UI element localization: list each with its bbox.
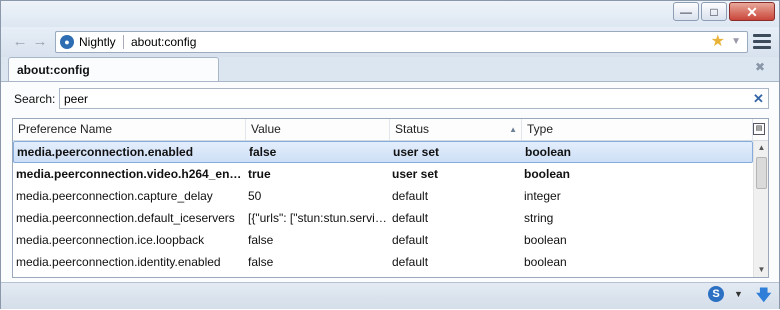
tab-about-config[interactable]: about:config (8, 57, 219, 82)
table-row[interactable]: media.peerconnection.identity.enabled fal… (13, 251, 753, 273)
forward-arrow-icon: → (32, 33, 48, 50)
table-header: Preference Name Value Status ▲ Type ▤ (13, 119, 768, 141)
site-identity-button[interactable]: ● Nightly (60, 34, 116, 50)
addon-dropdown-icon[interactable]: ▼ (734, 289, 743, 299)
pref-type-cell: integer (524, 189, 561, 203)
preferences-table: Preference Name Value Status ▲ Type ▤ me… (12, 118, 769, 278)
column-picker-icon[interactable]: ▤ (753, 123, 765, 135)
url-dropdown-icon[interactable]: ▼ (731, 35, 741, 49)
pref-status-cell: default (392, 233, 429, 247)
pref-type-cell: boolean (524, 167, 571, 181)
minimize-icon: — (680, 5, 692, 19)
pref-value-cell: 50 (248, 189, 262, 203)
pref-name-cell: media.peerconnection.enabled (17, 145, 194, 159)
column-header-value[interactable]: Value (246, 119, 390, 140)
pref-value-cell: false (248, 255, 274, 269)
sort-ascending-icon: ▲ (509, 125, 517, 134)
forward-button[interactable]: → (31, 33, 49, 51)
pref-type-cell: boolean (524, 233, 567, 247)
url-text[interactable]: about:config (131, 35, 196, 49)
pref-status-cell: default (392, 255, 429, 269)
pref-type-cell: string (524, 211, 554, 225)
back-arrow-icon: ← (12, 33, 28, 50)
url-bar[interactable]: ● Nightly about:config ★ ▼ (55, 31, 748, 53)
table-row[interactable]: media.peerconnection.video.h264_enabled t… (13, 163, 753, 185)
pref-status-cell: user set (392, 167, 439, 181)
close-tab-icon[interactable]: ✖ (755, 60, 765, 74)
pref-status-cell: user set (393, 145, 440, 159)
tab-strip: about:config ✖ (1, 57, 779, 82)
download-arrow-icon[interactable]: 🡇 (756, 285, 771, 310)
scrollbar-thumb[interactable] (756, 157, 767, 189)
about-config-page: Search: ✕ Preference Name Value Status ▲… (1, 81, 779, 282)
column-header-status-label: Status (395, 122, 430, 136)
pref-name-cell: media.peerconnection.default_iceservers (16, 211, 235, 225)
column-header-type[interactable]: Type (522, 119, 753, 140)
pref-status-cell: default (392, 211, 429, 225)
pref-value-cell: true (248, 167, 271, 181)
hamburger-menu-icon[interactable] (753, 34, 771, 50)
close-window-button[interactable]: ✕ (729, 2, 775, 21)
table-row[interactable]: media.peerconnection.default_iceservers [… (13, 207, 753, 229)
title-bar: — □ ✕ (1, 1, 779, 27)
search-label: Search: (14, 92, 56, 106)
status-bar: S ▼ 🡇 (1, 282, 779, 309)
pref-name-cell: media.peerconnection.capture_delay (16, 189, 213, 203)
pref-value-cell: false (248, 233, 274, 247)
close-icon: ✕ (746, 4, 758, 20)
pref-name-cell: media.peerconnection.ice.loopback (16, 233, 205, 247)
scroll-down-icon[interactable]: ▼ (754, 263, 768, 277)
identity-label: Nightly (79, 35, 116, 49)
column-header-name[interactable]: Preference Name (13, 119, 246, 140)
back-button[interactable]: ← (11, 33, 29, 51)
star-icon[interactable]: ★ (711, 32, 725, 52)
browser-window: — □ ✕ ← → ● Nightly about:config ★ ▼ abo… (0, 0, 780, 309)
pref-status-cell: default (392, 189, 429, 203)
search-input[interactable] (59, 88, 769, 109)
minimize-button[interactable]: — (673, 2, 699, 21)
table-row[interactable]: media.peerconnection.capture_delay 50 defa… (13, 185, 753, 207)
maximize-button[interactable]: □ (701, 2, 727, 21)
vertical-scrollbar[interactable]: ▲ ▼ (753, 141, 768, 277)
url-separator (123, 35, 124, 49)
table-row[interactable]: media.peerconnection.enabled false user se… (13, 141, 753, 163)
addon-s-icon[interactable]: S (708, 286, 724, 302)
clear-search-icon[interactable]: ✕ (753, 91, 764, 107)
pref-name-cell: media.peerconnection.identity.enabled (16, 255, 221, 269)
pref-name-cell: media.peerconnection.video.h264_enabled (16, 167, 244, 181)
pref-type-cell: boolean (524, 255, 567, 269)
globe-icon: ● (60, 35, 74, 49)
pref-value-cell: [{"urls": ["stun:stun.services.mozilla.c… (248, 211, 388, 225)
tab-label: about:config (17, 63, 90, 77)
navigation-toolbar: ← → ● Nightly about:config ★ ▼ (1, 27, 779, 57)
scroll-up-icon[interactable]: ▲ (754, 141, 768, 155)
pref-value-cell: false (249, 145, 277, 159)
pref-type-cell: boolean (525, 145, 572, 159)
table-row[interactable]: media.peerconnection.ice.loopback false de… (13, 229, 753, 251)
column-header-status[interactable]: Status ▲ (390, 119, 522, 140)
maximize-icon: □ (710, 5, 718, 19)
